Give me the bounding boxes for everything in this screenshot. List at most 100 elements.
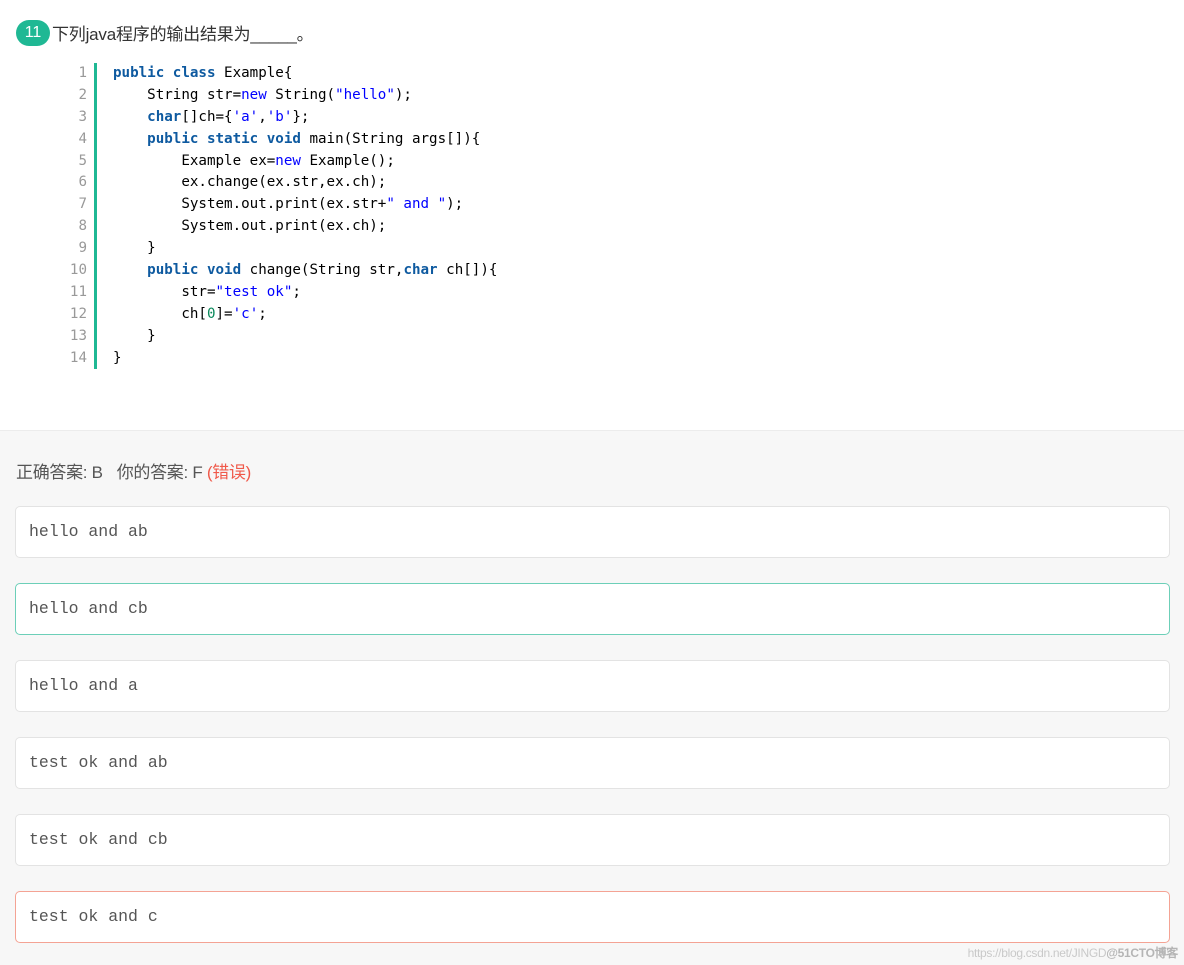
code-token: } — [113, 327, 156, 344]
code-text: } — [97, 238, 156, 260]
code-text: } — [97, 326, 156, 348]
option-text: test ok and cb — [29, 830, 168, 849]
code-token: public class — [113, 65, 216, 81]
option-b[interactable]: hello and cb — [15, 583, 1170, 635]
line-number: 4 — [60, 128, 97, 151]
code-token: , — [258, 108, 267, 125]
code-line: 10 public void change(String str,char ch… — [60, 260, 660, 282]
code-token: ex.change(ex.str,ex.ch); — [113, 174, 387, 191]
line-number: 5 — [60, 150, 97, 173]
option-c[interactable]: hello and a — [15, 660, 1170, 712]
code-line: 8 System.out.print(ex.ch); — [60, 216, 660, 239]
answer-area: 正确答案: B 你的答案: F (错误) hello and ab hello a… — [0, 430, 1184, 965]
question-text: 下列java程序的输出结果为_____。 — [52, 25, 314, 44]
line-number: 12 — [60, 303, 97, 326]
line-number: 9 — [60, 238, 97, 261]
code-token: String str= — [113, 86, 242, 103]
code-line: 11 str="test ok"; — [60, 281, 660, 304]
watermark-brand: @51CTO博客 — [1106, 946, 1178, 960]
code-token: "test ok" — [215, 283, 293, 300]
code-text: char[]ch={'a','b'}; — [97, 107, 309, 129]
option-text: test ok and ab — [29, 753, 168, 772]
option-text: hello and cb — [29, 599, 148, 618]
code-token: new — [241, 86, 267, 103]
line-number: 6 — [60, 172, 97, 195]
option-f[interactable]: test ok and c — [15, 891, 1170, 943]
line-number: 2 — [60, 84, 97, 107]
code-token: ]= — [215, 305, 233, 322]
code-token: } — [113, 240, 156, 257]
code-token: main(String args[]){ — [300, 130, 481, 147]
code-token: Example{ — [215, 65, 293, 81]
code-token: ch[ — [113, 305, 207, 322]
quiz-page: 11 下列java程序的输出结果为_____。 1 public class Ex… — [0, 0, 1184, 965]
code-token: 'a' — [232, 108, 259, 125]
code-token: []ch={ — [181, 108, 233, 125]
line-number: 14 — [60, 347, 97, 370]
option-text: test ok and c — [29, 907, 158, 926]
code-token: System.out.print(ex.ch); — [113, 218, 387, 235]
code-text: System.out.print(ex.ch); — [97, 216, 386, 238]
code-text: public static void main(String args[]){ — [97, 129, 480, 151]
code-text: System.out.print(ex.str+" and "); — [97, 194, 463, 216]
code-line: 7 System.out.print(ex.str+" and "); — [60, 194, 660, 217]
code-token: new — [275, 152, 301, 169]
code-token: ); — [446, 196, 464, 213]
code-line: 6 ex.change(ex.str,ex.ch); — [60, 172, 660, 195]
line-number: 10 — [60, 260, 97, 282]
code-text: ch[0]='c'; — [97, 304, 267, 326]
option-a[interactable]: hello and ab — [15, 506, 1170, 558]
line-number: 8 — [60, 216, 97, 239]
code-token: ; — [292, 283, 301, 300]
option-d[interactable]: test ok and ab — [15, 737, 1170, 789]
question-number-badge: 11 — [16, 19, 50, 46]
code-token: str= — [113, 283, 216, 300]
line-number: 11 — [60, 281, 97, 304]
your-answer-label: 你的答案: F — [116, 463, 203, 482]
code-line: 13 } — [60, 325, 660, 348]
watermark: https://blog.csdn.net/JINGD@51CTO博客 — [967, 944, 1179, 961]
code-token: public void — [147, 262, 242, 279]
code-line: 5 Example ex=new Example(); — [60, 150, 660, 173]
code-token: System.out.print(ex.str+ — [113, 196, 387, 213]
code-text: } — [97, 348, 122, 370]
code-block: 1 public class Example{2 String str=new S… — [60, 63, 660, 370]
code-token: "hello" — [335, 86, 395, 103]
code-token: char — [403, 262, 438, 279]
answer-status: (错误) — [206, 463, 251, 482]
code-token: Example(); — [300, 152, 395, 169]
code-token: ; — [258, 305, 267, 322]
code-line: 14} — [60, 347, 660, 370]
code-token: ch[]){ — [437, 262, 498, 279]
option-text: hello and ab — [29, 522, 148, 541]
code-token: Example ex= — [113, 152, 276, 169]
code-text: public class Example{ — [97, 63, 292, 85]
code-text: String str=new String("hello"); — [97, 85, 412, 107]
code-text: Example ex=new Example(); — [97, 151, 395, 173]
code-line: 12 ch[0]='c'; — [60, 303, 660, 326]
code-token: } — [113, 349, 122, 366]
code-text: ex.change(ex.str,ex.ch); — [97, 172, 386, 194]
code-token: String( — [266, 86, 336, 103]
question-header: 11 下列java程序的输出结果为_____。 — [16, 19, 314, 46]
code-token: 'c' — [232, 305, 259, 322]
code-line: 3 char[]ch={'a','b'}; — [60, 106, 660, 129]
line-number: 3 — [60, 106, 97, 129]
watermark-url: https://blog.csdn.net/JINGD — [967, 946, 1107, 960]
code-token: }; — [292, 108, 310, 125]
code-token: char — [147, 108, 182, 125]
code-token: ); — [394, 86, 412, 103]
option-text: hello and a — [29, 676, 138, 695]
code-line: 1 public class Example{ — [60, 63, 660, 85]
code-text: public void change(String str,char ch[])… — [97, 260, 497, 282]
code-line: 2 String str=new String("hello"); — [60, 84, 660, 107]
code-token: change(String str, — [241, 262, 404, 279]
code-token: 0 — [206, 305, 216, 322]
line-number: 7 — [60, 194, 97, 217]
code-token: " and " — [386, 196, 447, 213]
code-token: 'b' — [266, 108, 293, 125]
line-number: 1 — [60, 63, 97, 85]
option-e[interactable]: test ok and cb — [15, 814, 1170, 866]
